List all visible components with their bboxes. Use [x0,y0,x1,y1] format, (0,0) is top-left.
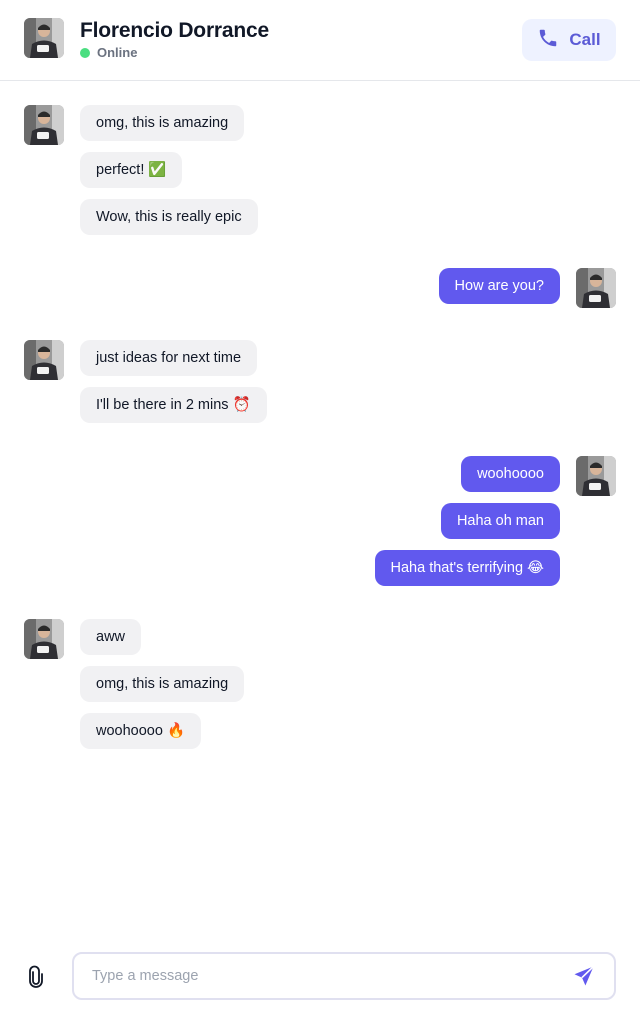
online-indicator [80,47,90,58]
sender-avatar [24,105,64,145]
call-label: Call [569,30,601,49]
message-composer [0,941,640,1024]
send-icon[interactable] [572,964,596,988]
message-bubble[interactable]: woohoooo 🔥 [80,713,202,749]
contact-name: Florencio Dorrance [80,19,269,42]
chat-header: Florencio Dorrance Online Call [0,0,640,81]
sender-avatar [576,456,616,496]
message-bubble[interactable]: aww [80,619,142,655]
status-label: Online [97,45,138,60]
phone-icon [537,27,559,54]
call-button[interactable]: Call [522,19,616,61]
contact-avatar[interactable] [24,18,64,58]
message-bubble[interactable]: omg, this is amazing [80,105,245,141]
message-bubble[interactable]: I'll be there in 2 mins ⏰ [80,387,267,423]
sender-avatar [24,340,64,380]
message-bubble[interactable]: Wow, this is really epic [80,199,258,235]
presence-status: Online [80,45,137,60]
message-input-box [72,952,616,1000]
message-input[interactable] [92,954,562,998]
message-bubble[interactable]: just ideas for next time [80,340,258,376]
sender-avatar [576,268,616,308]
message-bubble[interactable]: omg, this is amazing [80,666,245,702]
message-bubble[interactable]: woohoooo [461,456,560,492]
message-list[interactable]: omg, this is amazing perfect! ✅ Wow, thi… [0,81,640,941]
paperclip-icon[interactable] [24,965,48,989]
message-bubble[interactable]: perfect! ✅ [80,152,183,188]
sender-avatar [24,619,64,659]
message-bubble[interactable]: How are you? [438,268,560,304]
message-bubble[interactable]: Haha that's terrifying 😂 [374,550,560,586]
message-bubble[interactable]: Haha oh man [440,503,560,539]
